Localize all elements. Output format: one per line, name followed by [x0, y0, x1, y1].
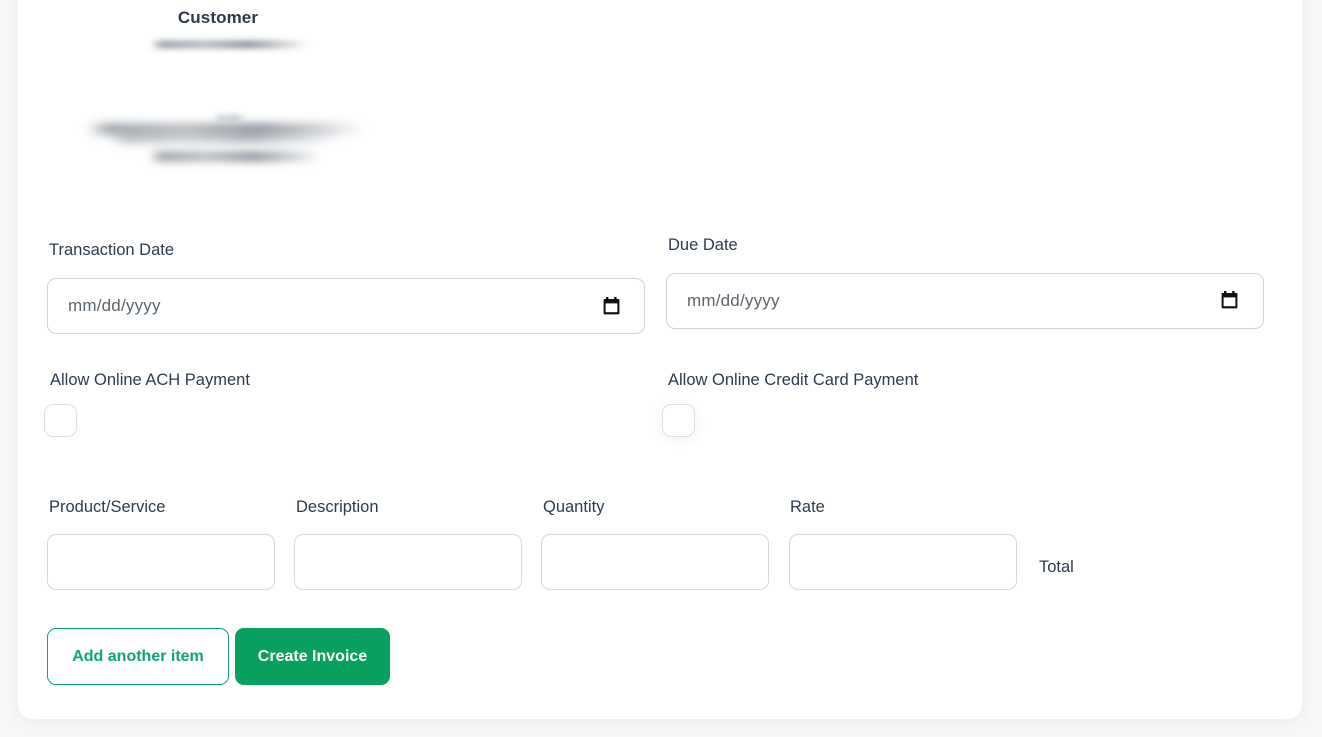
rate-label: Rate: [790, 498, 825, 516]
customer-heading: Customer: [177, 8, 259, 27]
create-invoice-button[interactable]: Create Invoice: [235, 628, 390, 685]
transaction-date-input[interactable]: [47, 278, 645, 334]
total-label: Total: [1039, 558, 1074, 576]
invoice-page: Customer Transaction Date mm/dd/yyyy Due…: [0, 0, 1322, 737]
transaction-date-label: Transaction Date: [49, 241, 175, 259]
allow-ach-payment-label: Allow Online ACH Payment: [50, 371, 250, 389]
redacted-customer-name: [150, 41, 308, 48]
product-service-input[interactable]: [47, 534, 275, 590]
redacted-customer-detail-dot: [216, 115, 246, 120]
allow-credit-card-payment-label: Allow Online Credit Card Payment: [668, 371, 919, 389]
add-another-item-button[interactable]: Add another item: [47, 628, 229, 685]
rate-input[interactable]: [789, 534, 1017, 590]
invoice-form: Customer Transaction Date mm/dd/yyyy Due…: [18, 0, 1302, 719]
invoice-card: Customer Transaction Date mm/dd/yyyy Due…: [18, 0, 1302, 719]
allow-credit-card-payment-checkbox[interactable]: [662, 404, 695, 437]
description-input[interactable]: [294, 534, 522, 590]
due-date-label: Due Date: [668, 236, 738, 254]
allow-ach-payment-checkbox[interactable]: [44, 404, 77, 437]
redacted-customer-address-line-1: [86, 124, 364, 134]
redacted-customer-address-line-1b: [108, 134, 338, 142]
quantity-label: Quantity: [543, 498, 605, 516]
product-service-label: Product/Service: [49, 498, 166, 516]
redacted-customer-address-line-2: [148, 152, 320, 161]
description-label: Description: [296, 498, 379, 516]
quantity-input[interactable]: [541, 534, 769, 590]
due-date-input[interactable]: [666, 273, 1264, 329]
